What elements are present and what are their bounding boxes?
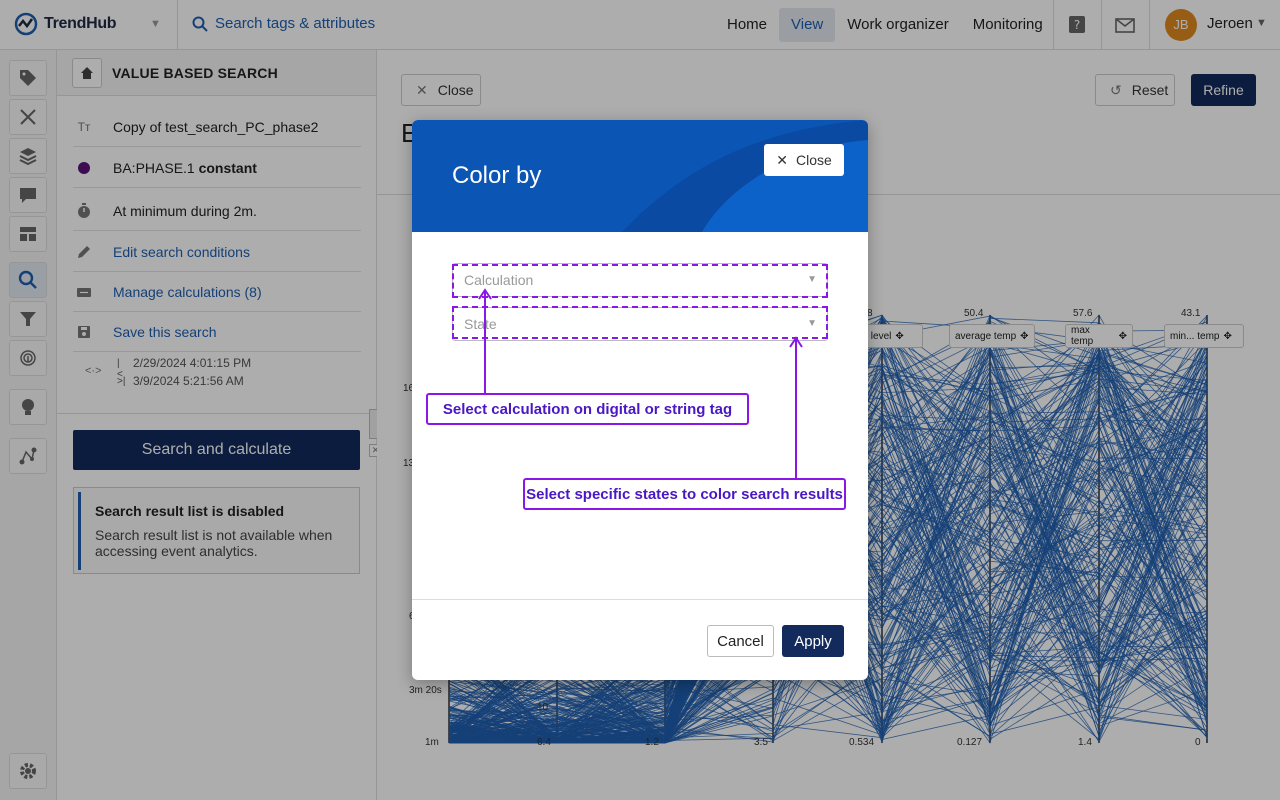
state-hint-label: Select specific states to color search r… — [523, 478, 846, 510]
cancel-button[interactable]: Cancel — [707, 625, 774, 657]
dialog-close-button[interactable]: ✕ Close — [764, 144, 844, 176]
divider — [412, 599, 868, 600]
dialog-close-label: Close — [795, 152, 832, 168]
close-icon: ✕ — [776, 151, 788, 168]
dialog-header: Color by ✕ Close — [412, 120, 868, 232]
calculation-highlight — [452, 264, 828, 298]
state-highlight — [452, 306, 828, 339]
calculation-hint-label: Select calculation on digital or string … — [426, 393, 749, 425]
apply-button[interactable]: Apply — [782, 625, 844, 657]
dialog-title: Color by — [452, 162, 542, 189]
